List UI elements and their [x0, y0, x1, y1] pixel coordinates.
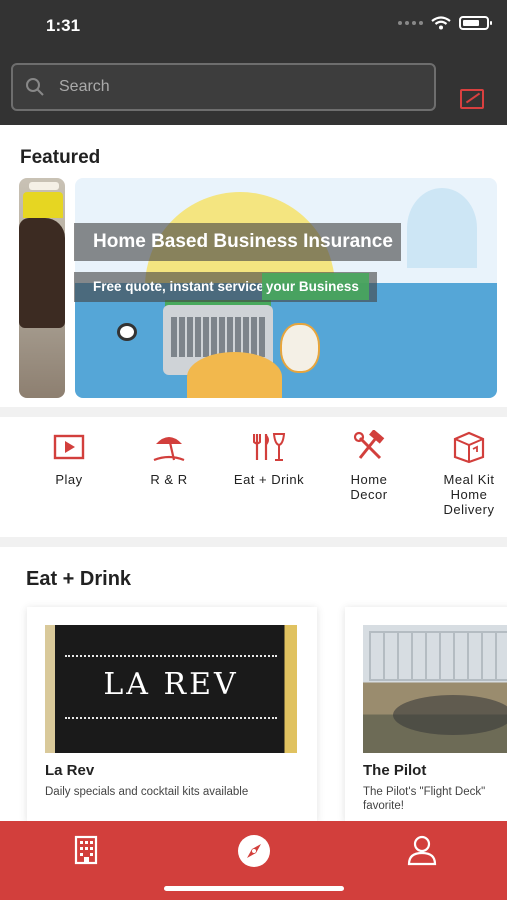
box-icon	[453, 431, 485, 464]
search-bar[interactable]	[11, 63, 436, 111]
status-time: 1:31	[46, 16, 81, 35]
search-icon	[26, 78, 44, 96]
coffee-cup-icon	[117, 323, 137, 341]
home-indicator[interactable]	[164, 886, 344, 891]
tab-businesses[interactable]	[66, 831, 106, 871]
place-description: The Pilot's "Flight Deck" favorite!	[363, 786, 486, 812]
play-icon	[53, 434, 85, 460]
place-name: La Rev	[45, 762, 95, 779]
wifi-icon	[431, 16, 451, 30]
status-icons	[398, 16, 492, 30]
the-pilot-image	[363, 625, 507, 753]
category-label: Eat + Drink	[233, 472, 305, 487]
divider	[0, 537, 507, 547]
la-rev-logo: LA REV	[103, 667, 239, 702]
banner-subtitle-right: your Business	[262, 273, 369, 300]
hammer-wrench-icon	[353, 430, 385, 460]
tab-explore[interactable]	[234, 831, 274, 871]
eat-drink-title: Eat + Drink	[26, 568, 132, 590]
user-icon	[407, 835, 437, 866]
banner-title: Home Based Business Insurance	[74, 223, 401, 261]
compass-icon	[238, 835, 270, 867]
place-card-the-pilot[interactable]: The Pilot The Pilot's "Flight Deck" favo…	[345, 607, 507, 822]
cat-illustration	[280, 323, 320, 373]
la-rev-image: LA REV	[45, 625, 297, 753]
search-input[interactable]	[59, 78, 399, 96]
place-description: Daily specials and cocktail kits availab…	[45, 786, 249, 798]
app-header: 1:31	[0, 0, 507, 125]
banner-subtitle: Free quote, instant service your Busines…	[74, 272, 377, 302]
divider	[0, 407, 507, 417]
beach-umbrella-icon	[153, 437, 185, 462]
category-play[interactable]: Play	[24, 430, 114, 487]
battery-icon	[459, 16, 492, 30]
featured-card-rodeo[interactable]	[19, 178, 65, 398]
category-eat-drink[interactable]: Eat + Drink	[224, 430, 314, 487]
category-label: Play	[55, 472, 83, 487]
category-meal-kit[interactable]: Meal Kit Home Delivery	[424, 430, 507, 517]
category-home-decor[interactable]: Home Decor	[324, 430, 414, 502]
place-name: The Pilot	[363, 762, 427, 779]
utensils-drink-icon	[253, 433, 286, 461]
signal-icon	[398, 21, 423, 25]
category-row: Play R & R Eat + Drink Home Decor Meal K…	[0, 430, 507, 530]
place-card-la-rev[interactable]: LA REV La Rev Daily specials and cocktai…	[27, 607, 317, 822]
category-label: Home Decor	[350, 472, 388, 502]
featured-title: Featured	[20, 147, 101, 168]
image-icon[interactable]	[460, 89, 484, 109]
category-label: Meal Kit Home Delivery	[443, 472, 495, 517]
building-icon	[74, 835, 98, 865]
tab-profile[interactable]	[402, 831, 442, 871]
category-label: R & R	[150, 472, 188, 487]
banner-subtitle-left: Free quote, instant service	[93, 279, 265, 294]
category-rr[interactable]: R & R	[124, 430, 214, 487]
